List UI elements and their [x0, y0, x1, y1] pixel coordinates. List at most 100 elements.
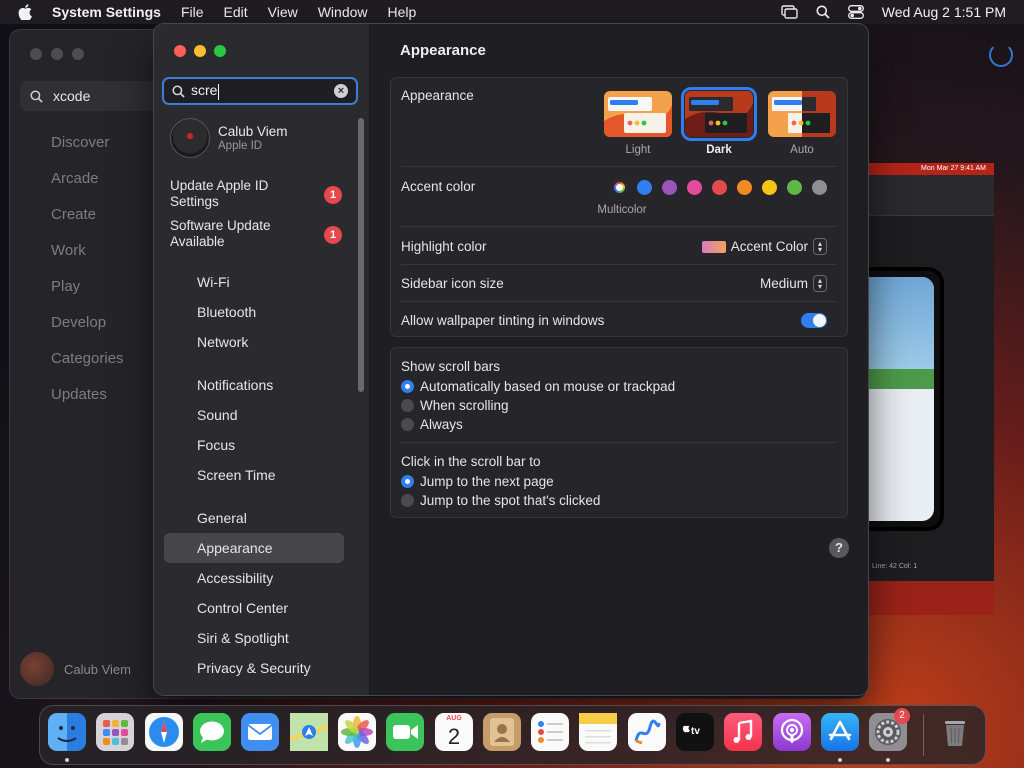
radio-label: Always: [420, 417, 463, 432]
wallpaper-tinting-toggle[interactable]: [801, 313, 827, 328]
dock: AUG 2 tv 2: [39, 705, 986, 765]
sidebar-item-sound[interactable]: Sound: [164, 400, 344, 430]
settings-badge: 2: [894, 708, 910, 724]
apple-id-account[interactable]: Calub Viem Apple ID: [170, 118, 288, 158]
music-icon[interactable]: [724, 713, 762, 751]
accent-pink-swatch[interactable]: [687, 180, 702, 195]
notes-icon[interactable]: [579, 713, 617, 751]
contacts-icon[interactable]: [483, 713, 521, 751]
accent-blue-swatch[interactable]: [637, 180, 652, 195]
appearance-dark-option[interactable]: [681, 87, 757, 141]
spotlight-search-icon[interactable]: [816, 5, 830, 19]
accent-color-label: Accent color: [401, 179, 476, 194]
finder-icon[interactable]: [48, 713, 86, 751]
accent-red-swatch[interactable]: [712, 180, 727, 195]
sidebar-item-wifi[interactable]: Wi-Fi: [164, 267, 344, 297]
appearance-light-label: Light: [625, 144, 651, 156]
maps-icon[interactable]: [289, 713, 329, 751]
settings-search-field[interactable]: scre ×: [162, 77, 358, 105]
accent-graphite-swatch[interactable]: [812, 180, 827, 195]
bg-nav-play[interactable]: Play: [51, 278, 124, 314]
wallpaper-tinting-label: Allow wallpaper tinting in windows: [401, 313, 605, 328]
click-jump-to-spot-option[interactable]: Jump to the spot that's clicked: [401, 493, 600, 508]
accent-purple-swatch[interactable]: [662, 180, 677, 195]
scroll-bars-auto-option[interactable]: Automatically based on mouse or trackpad: [401, 379, 675, 394]
sidebar-item-network[interactable]: Network: [164, 327, 344, 357]
sidebar-item-notifications[interactable]: Notifications: [164, 370, 344, 400]
messages-icon[interactable]: [193, 713, 231, 751]
safari-icon[interactable]: [145, 713, 183, 751]
bg-nav-create[interactable]: Create: [51, 206, 124, 242]
scroll-bars-always-option[interactable]: Always: [401, 417, 463, 432]
bg-nav-updates[interactable]: Updates: [51, 386, 124, 422]
close-window-button[interactable]: [174, 45, 186, 57]
reminders-icon[interactable]: [531, 713, 569, 751]
menu-view[interactable]: View: [268, 4, 298, 20]
sidebar-item-appearance[interactable]: Appearance: [164, 533, 344, 563]
radio-label: Jump to the next page: [420, 474, 554, 489]
sidebar-item-siri-spotlight[interactable]: Siri & Spotlight: [164, 623, 344, 653]
podcasts-icon[interactable]: [773, 713, 811, 751]
sidebar-scrollbar[interactable]: [358, 118, 364, 392]
menu-file[interactable]: File: [181, 4, 204, 20]
xcode-window[interactable]: Mon Mar 27 9:41 AM Line: 42 Col: 1: [868, 163, 994, 615]
bg-nav-arcade[interactable]: Arcade: [51, 170, 124, 206]
facetime-icon[interactable]: [386, 713, 424, 751]
background-user[interactable]: Calub Viem: [20, 652, 131, 686]
notice-label: Update Apple ID Settings: [170, 178, 269, 209]
update-apple-id-notice[interactable]: Update Apple ID Settings 1: [170, 178, 350, 210]
running-indicator: [65, 758, 69, 762]
bg-nav-develop[interactable]: Develop: [51, 314, 124, 350]
help-button[interactable]: ?: [829, 538, 849, 558]
bg-nav-categories[interactable]: Categories: [51, 350, 124, 386]
bg-nav-work[interactable]: Work: [51, 242, 124, 278]
photos-icon[interactable]: [338, 713, 376, 751]
show-scroll-bars-label: Show scroll bars: [401, 359, 501, 374]
highlight-swatch: [701, 240, 726, 253]
accent-yellow-swatch[interactable]: [762, 180, 777, 195]
zoom-window-button[interactable]: [214, 45, 226, 57]
sidebar-item-focus[interactable]: Focus: [164, 430, 344, 460]
sidebar-item-privacy-security[interactable]: Privacy & Security: [164, 653, 344, 683]
highlight-color-popup[interactable]: Accent Color ▴ ▾: [701, 238, 827, 255]
apple-tv-icon[interactable]: tv: [676, 713, 714, 751]
bg-nav-discover[interactable]: Discover: [51, 134, 124, 170]
clear-search-icon[interactable]: ×: [334, 84, 348, 98]
freeform-icon[interactable]: [628, 713, 666, 751]
trash-icon[interactable]: [936, 713, 974, 751]
menu-edit[interactable]: Edit: [224, 4, 248, 20]
mail-icon[interactable]: [241, 713, 279, 751]
avatar: [20, 652, 54, 686]
sidebar-item-general[interactable]: General: [164, 503, 344, 533]
sidebar-item-bluetooth[interactable]: Bluetooth: [164, 297, 344, 327]
scroll-bar-settings-group: Show scroll bars Automatically based on …: [390, 347, 848, 518]
background-window-controls[interactable]: [30, 48, 84, 60]
app-store-icon[interactable]: [821, 713, 859, 751]
apple-menu-icon[interactable]: [18, 4, 34, 20]
software-update-notice[interactable]: Software Update Available 1: [170, 218, 350, 250]
launchpad-icon[interactable]: [96, 713, 134, 751]
menu-app-name[interactable]: System Settings: [52, 4, 161, 20]
background-search-field[interactable]: xcode: [20, 81, 160, 111]
background-search-value: xcode: [53, 88, 91, 104]
calendar-icon[interactable]: AUG 2: [435, 713, 473, 751]
minimize-window-button[interactable]: [194, 45, 206, 57]
accent-multicolor-swatch[interactable]: [612, 180, 627, 195]
scroll-bars-when-scrolling-option[interactable]: When scrolling: [401, 398, 509, 413]
control-center-icon[interactable]: [847, 5, 864, 19]
screen-mirroring-icon[interactable]: [781, 5, 798, 19]
sidebar-icon-size-popup[interactable]: Medium ▴ ▾: [760, 275, 827, 292]
xcode-menubar-clock: Mon Mar 27 9:41 AM: [868, 163, 994, 175]
appearance-light-option[interactable]: [604, 91, 672, 137]
accent-orange-swatch[interactable]: [737, 180, 752, 195]
accent-green-swatch[interactable]: [787, 180, 802, 195]
click-jump-next-page-option[interactable]: Jump to the next page: [401, 474, 554, 489]
menu-help[interactable]: Help: [388, 4, 417, 20]
appearance-pane: Appearance Appearance Light Dark Auto Ac…: [370, 24, 868, 695]
sidebar-item-screen-time[interactable]: Screen Time: [164, 460, 344, 490]
appearance-auto-option[interactable]: [768, 91, 836, 137]
menu-clock[interactable]: Wed Aug 2 1:51 PM: [882, 4, 1006, 20]
sidebar-item-control-center[interactable]: Control Center: [164, 593, 344, 623]
sidebar-item-accessibility[interactable]: Accessibility: [164, 563, 344, 593]
menu-window[interactable]: Window: [318, 4, 368, 20]
